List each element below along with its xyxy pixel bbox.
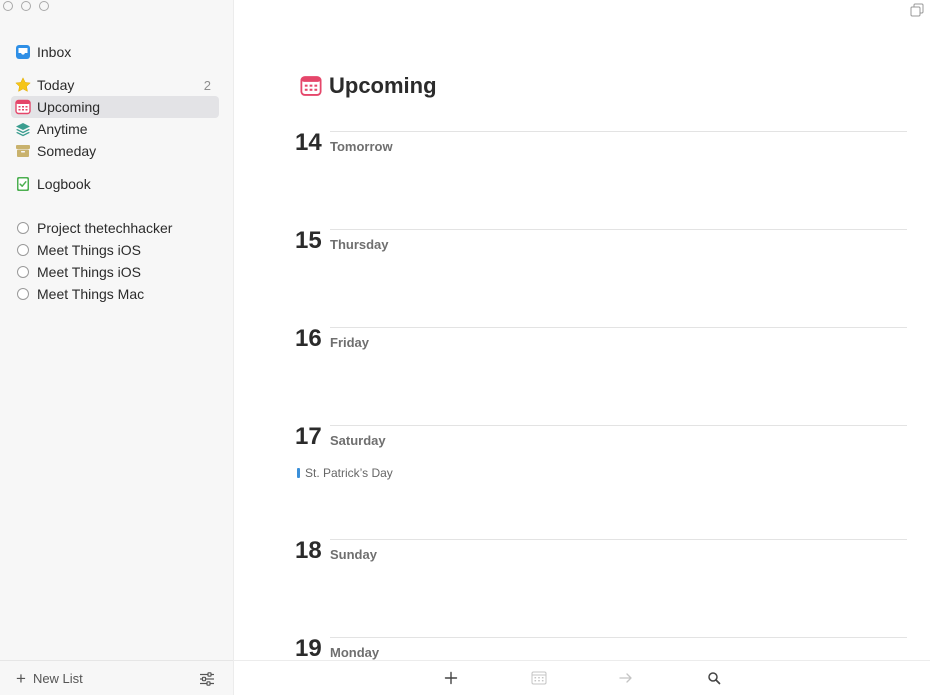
star-icon [15,77,31,93]
sidebar-project-item[interactable]: Meet Things Mac [11,283,219,305]
day-number: 14 [295,129,322,156]
day-divider [330,229,907,230]
event-label: St. Patrick’s Day [305,466,393,480]
day-divider [330,637,907,638]
calendar-icon [300,75,322,97]
day-number: 19 [295,635,322,662]
project-circle-icon [15,286,31,302]
plus-icon[interactable] [443,670,459,686]
day-divider [330,539,907,540]
sidebar-project-item[interactable]: Project thetechhacker [11,217,219,239]
window-controls [3,1,49,11]
logbook-check-icon [15,176,31,192]
plus-icon: + [16,668,26,688]
duplicate-window-icon[interactable] [910,3,924,17]
sidebar-item-label: Meet Things iOS [37,242,142,258]
sidebar-item-upcoming[interactable]: Upcoming [11,96,219,118]
sidebar-item-label: Someday [37,143,97,159]
day-name: Tomorrow [330,139,393,154]
sidebar: Inbox Today 2 Upcoming Anytime Someday L… [0,0,234,695]
close-window-button[interactable] [3,1,13,11]
day-divider [330,327,907,328]
minimize-window-button[interactable] [21,1,31,11]
day-number: 17 [295,423,322,450]
day-divider [330,131,907,132]
calendar-icon [15,99,31,115]
day-name: Saturday [330,433,386,448]
sidebar-footer: + New List [0,660,233,695]
arrow-right-icon[interactable] [618,670,634,686]
sliders-settings-icon[interactable] [199,671,215,687]
app-window: Inbox Today 2 Upcoming Anytime Someday L… [0,0,930,695]
sidebar-item-label: Meet Things Mac [37,286,145,302]
day-divider [330,425,907,426]
page-header: Upcoming [300,73,437,99]
zoom-window-button[interactable] [39,1,49,11]
day-number: 16 [295,325,322,352]
sidebar-project-item[interactable]: Meet Things iOS [11,239,219,261]
new-list-button[interactable]: + New List [16,670,83,687]
day-number: 15 [295,227,322,254]
sidebar-item-label: Logbook [37,176,91,192]
project-circle-icon [15,264,31,280]
sidebar-item-label: Anytime [37,121,88,137]
archive-box-icon [15,143,31,159]
sidebar-item-label: Inbox [37,44,72,60]
sidebar-item-label: Project thetechhacker [37,220,173,236]
sidebar-item-label: Today [37,77,75,93]
search-icon[interactable] [706,670,722,686]
page-title: Upcoming [329,73,437,98]
sidebar-item-inbox[interactable]: Inbox [11,41,219,63]
main-content: Upcoming 14 Tomorrow 15 Thursday 16 Frid… [234,0,930,695]
day-name: Thursday [330,237,389,252]
day-number: 18 [295,537,322,564]
bottom-toolbar [234,660,930,695]
sidebar-item-anytime[interactable]: Anytime [11,118,219,140]
event-color-bar [297,468,300,478]
sidebar-item-label: Upcoming [37,99,101,115]
sidebar-item-logbook[interactable]: Logbook [11,173,219,195]
sidebar-project-item[interactable]: Meet Things iOS [11,261,219,283]
day-name: Monday [330,645,380,660]
day-name: Sunday [330,547,377,562]
today-count-badge: 2 [203,77,211,93]
new-list-label: New List [32,670,83,686]
layers-icon [15,121,31,137]
project-circle-icon [15,242,31,258]
sidebar-item-label: Meet Things iOS [37,264,142,280]
project-circle-icon [15,220,31,236]
calendar-event[interactable]: St. Patrick’s Day [297,466,393,480]
inbox-icon [15,44,31,60]
sidebar-item-today[interactable]: Today 2 [11,74,219,96]
sidebar-item-someday[interactable]: Someday [11,140,219,162]
day-name: Friday [330,335,370,350]
calendar-icon[interactable] [531,670,547,686]
